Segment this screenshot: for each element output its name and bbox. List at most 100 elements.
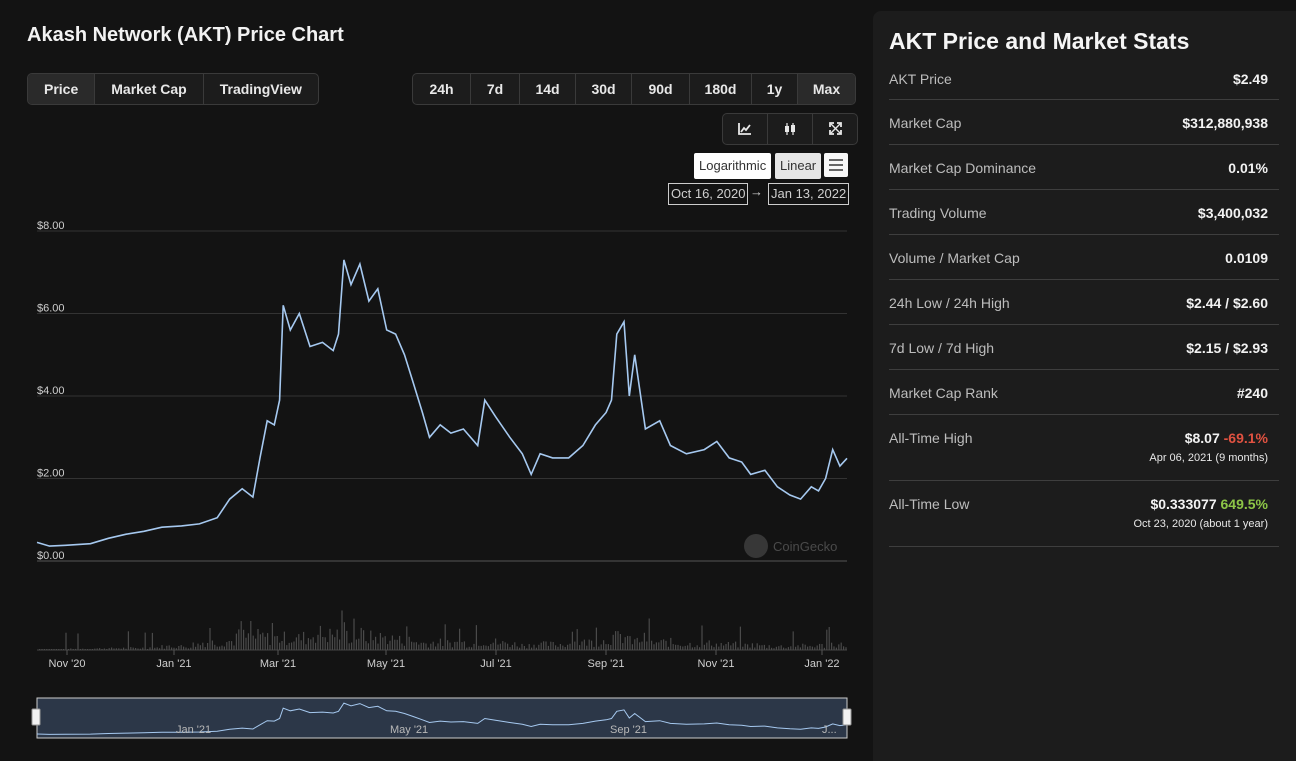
volume-bar (665, 640, 667, 650)
volume-bar (727, 642, 729, 650)
volume-bar (627, 635, 629, 650)
coingecko-logo-icon (744, 534, 768, 558)
line-chart-button[interactable] (723, 114, 767, 144)
volume-bar (804, 644, 806, 650)
volume-bar (286, 645, 288, 650)
volume-bar (46, 649, 48, 650)
volume-bar (720, 643, 722, 650)
stat-row-ath: All-Time High $8.07 -69.1% Apr 06, 2021 … (889, 414, 1279, 481)
navigator-left-handle[interactable] (31, 708, 41, 726)
tab-tradingview[interactable]: TradingView (202, 74, 318, 104)
range-180d-button[interactable]: 180d (689, 74, 751, 104)
stat-row-7d-range: 7d Low / 7d High $2.15 / $2.93 (889, 324, 1279, 370)
range-30d-button[interactable]: 30d (575, 74, 631, 104)
volume-bar (509, 647, 511, 650)
volume-bar (240, 621, 242, 650)
volume-bar (831, 642, 833, 650)
volume-bar (763, 644, 765, 650)
range-24h-button[interactable]: 24h (413, 74, 470, 104)
navigator-right-handle[interactable] (842, 708, 852, 726)
volume-bar (699, 647, 701, 650)
navigator-tick-label: Sep '21 (610, 724, 647, 736)
volume-bar (58, 649, 60, 650)
volume-bar (651, 640, 653, 650)
volume-bar (135, 648, 137, 650)
volume-bar (70, 648, 72, 650)
volume-bar (353, 618, 355, 650)
volume-bar (231, 641, 233, 650)
price-chart[interactable]: $0.00 $2.00 $4.00 $6.00 $8.00 Nov '20 Jan '21… (0, 200, 870, 745)
volume-bar (399, 635, 401, 650)
volume-bar (471, 647, 473, 650)
volume-bar (797, 645, 799, 650)
volume-bar (754, 647, 756, 650)
volume-bar (118, 648, 120, 650)
volume-bar (631, 644, 633, 650)
volume-bar (175, 648, 177, 650)
range-1y-button[interactable]: 1y (751, 74, 797, 104)
volume-bar (288, 642, 290, 650)
volume-bar (667, 646, 669, 650)
volume-bar (552, 642, 554, 650)
volume-bar (348, 643, 350, 650)
volume-bar (185, 647, 187, 650)
stat-value: $3,400,032 (1197, 205, 1268, 221)
stat-row-dominance: Market Cap Dominance 0.01% (889, 144, 1279, 190)
volume-bar (646, 641, 648, 650)
linear-scale-button[interactable]: Linear (775, 153, 822, 179)
volume-bar (447, 640, 449, 650)
x-axis-tick-label: May '21 (367, 658, 405, 670)
volume-bar (279, 642, 281, 650)
volume-bar (564, 647, 566, 650)
volume-bar (295, 637, 297, 650)
volume-bar (569, 643, 571, 650)
volume-bar (819, 643, 821, 650)
volume-bar (499, 643, 501, 650)
range-7d-button[interactable]: 7d (470, 74, 519, 104)
volume-bar (363, 630, 365, 650)
volume-bar (718, 646, 720, 650)
volume-bar (451, 647, 453, 650)
range-max-button[interactable]: Max (797, 74, 855, 104)
volume-bar (65, 632, 67, 650)
volume-bar (264, 636, 266, 650)
volume-bar (533, 644, 535, 650)
volume-bar (382, 637, 384, 650)
volume-bar (442, 646, 444, 650)
range-14d-button[interactable]: 14d (519, 74, 575, 104)
tab-market-cap[interactable]: Market Cap (94, 74, 202, 104)
volume-bar (545, 641, 547, 650)
volume-bar (360, 627, 362, 650)
volume-bar (619, 634, 621, 650)
volume-bar (269, 645, 271, 650)
volume-bar (463, 641, 465, 650)
fullscreen-button[interactable] (812, 114, 857, 144)
volume-bar (233, 645, 235, 650)
volume-bar (192, 642, 194, 650)
volume-bar (406, 626, 408, 650)
hamburger-icon (829, 159, 843, 161)
navigator[interactable]: Jan '21 May '21 Sep '21 J... (31, 697, 852, 739)
watermark-text: CoinGecko (773, 539, 837, 554)
volume-bar (75, 648, 77, 650)
ath-change: -69.1% (1223, 430, 1268, 446)
volume-bar (456, 641, 458, 650)
volume-bar (535, 647, 537, 650)
volume-bar (41, 649, 43, 650)
tab-price[interactable]: Price (28, 74, 95, 104)
volume-bar (307, 638, 309, 650)
volume-bar (639, 642, 641, 650)
volume-bar (708, 640, 710, 650)
volume-bar (163, 648, 165, 650)
volume-bar (423, 642, 425, 650)
volume-bar (207, 643, 209, 650)
volume-bar (826, 629, 828, 650)
volume-bar (223, 646, 225, 650)
volume-bar (574, 641, 576, 650)
range-90d-button[interactable]: 90d (631, 74, 689, 104)
candlestick-button[interactable] (767, 114, 812, 144)
volume-bar (833, 646, 835, 650)
logarithmic-scale-button[interactable]: Logarithmic (694, 153, 772, 179)
volume-bar (600, 644, 602, 650)
chart-menu-button[interactable] (824, 153, 848, 177)
